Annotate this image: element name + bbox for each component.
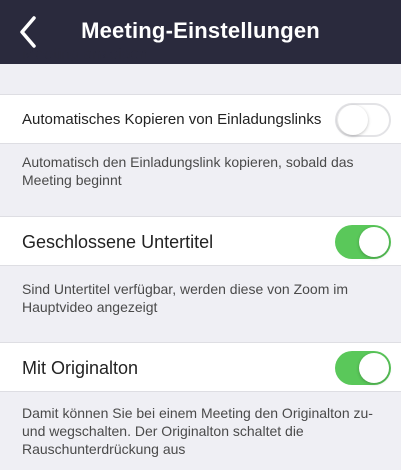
partial-setting-label: Meeting anzeigen [22, 46, 149, 63]
original-sound-toggle[interactable] [335, 351, 391, 385]
setting-row-closed-captions: Geschlossene Untertitel [0, 216, 401, 266]
setting-label: Mit Originalton [22, 358, 139, 378]
setting-description: Sind Untertitel verfügbar, werden diese … [22, 281, 349, 315]
toggle-knob [359, 227, 389, 257]
setting-row-original-sound: Mit Originalton [0, 342, 401, 392]
setting-description: Automatisch den Einladungslink kopieren,… [22, 154, 354, 188]
closed-captions-toggle[interactable] [335, 225, 391, 259]
setting-description: Damit können Sie bei einem Meeting den O… [22, 405, 373, 457]
setting-row-copy-invite-link: Automatisches Kopieren von Einladungslin… [0, 94, 401, 144]
toggle-knob [338, 105, 368, 135]
toggle-knob [359, 353, 389, 383]
page-title: Meeting-Einstellungen [81, 18, 320, 43]
copy-invite-link-toggle[interactable] [335, 103, 391, 137]
setting-label: Automatisches Kopieren von Einladungslin… [22, 111, 322, 128]
setting-label: Geschlossene Untertitel [22, 232, 214, 252]
